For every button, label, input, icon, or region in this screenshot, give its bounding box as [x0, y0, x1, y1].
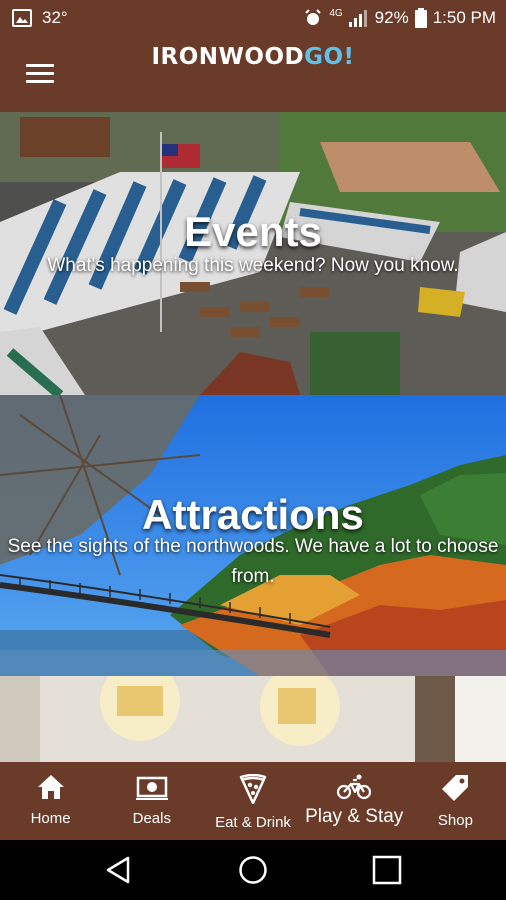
- events-title: Events: [184, 208, 322, 255]
- nav-shop[interactable]: Shop: [405, 762, 506, 840]
- home-circle-icon[interactable]: [238, 855, 268, 885]
- nav-home[interactable]: Home: [0, 762, 101, 840]
- home-icon: [37, 775, 64, 799]
- nav-deals-label: Deals: [132, 810, 171, 827]
- lodging-photo: [0, 676, 506, 762]
- lodging-card[interactable]: [0, 676, 506, 762]
- logo-main-text: IRONWOOD: [151, 44, 305, 70]
- pizza-icon: [239, 774, 267, 804]
- deals-icon: [135, 776, 168, 800]
- temperature-text: 32°: [42, 8, 68, 27]
- network-type: 4G: [329, 7, 343, 19]
- clock: 1:50 PM: [432, 8, 496, 27]
- bicycle-icon: [337, 774, 372, 800]
- tag-icon: [442, 775, 469, 801]
- battery-percent: 92%: [374, 8, 409, 27]
- battery-icon: [414, 8, 427, 28]
- status-bar: 32° 4G 92% 1:50 PM: [0, 0, 506, 36]
- bottom-nav: Home Deals Eat & Drink Play & Stay Shop: [0, 762, 506, 840]
- nav-play-stay-label: Play & Stay: [305, 806, 404, 827]
- nav-deals[interactable]: Deals: [101, 762, 202, 840]
- nav-eat-drink[interactable]: Eat & Drink: [202, 762, 303, 840]
- signal-icon: [348, 10, 367, 27]
- system-nav-bar: [0, 840, 506, 900]
- nav-eat-drink-label: Eat & Drink: [215, 814, 291, 831]
- nav-home-label: Home: [30, 810, 71, 827]
- events-card[interactable]: Events What's happening this weekend? No…: [0, 112, 506, 395]
- app-logo: IRONWOODGO!: [0, 44, 506, 70]
- back-icon[interactable]: [104, 855, 134, 885]
- nav-shop-label: Shop: [437, 812, 473, 829]
- gallery-icon: [12, 9, 32, 27]
- events-subtitle: What's happening this weekend? Now you k…: [47, 255, 459, 276]
- app-bar: IRONWOODGO!: [0, 36, 506, 112]
- attractions-subtitle: See the sights of the northwoods. We hav…: [7, 536, 499, 587]
- attractions-card[interactable]: Attractions See the sights of the northw…: [0, 395, 506, 676]
- alarm-icon: [305, 9, 322, 25]
- logo-accent-text: GO!: [304, 44, 355, 70]
- recents-icon[interactable]: [372, 855, 402, 885]
- nav-play-stay[interactable]: Play & Stay: [304, 762, 405, 840]
